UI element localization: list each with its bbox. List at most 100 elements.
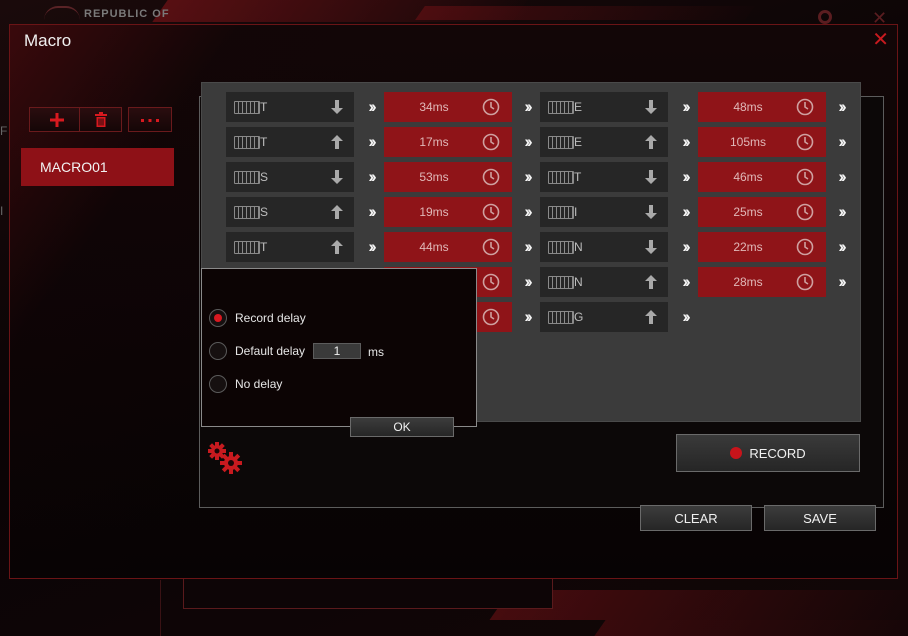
key-event[interactable]: E (540, 92, 668, 122)
key-event[interactable]: N (540, 232, 668, 262)
sequence-chevron-icon: ›› (838, 272, 846, 291)
default-delay-radio[interactable] (209, 342, 227, 360)
clear-label: CLEAR (674, 510, 718, 526)
key-event[interactable]: T (226, 232, 354, 262)
clock-icon (482, 168, 500, 186)
key-label: T (260, 135, 268, 149)
key-event[interactable]: I (540, 197, 668, 227)
macro-name: MACRO01 (40, 159, 108, 175)
delay-event[interactable]: 34ms (384, 92, 512, 122)
key-event[interactable]: S (226, 162, 354, 192)
delay-label: 44ms (419, 240, 449, 254)
keyboard-icon (234, 136, 260, 149)
arrow-down-icon (645, 170, 657, 184)
sequence-chevron-icon: ›› (682, 132, 690, 151)
key-label: T (574, 170, 582, 184)
key-label: T (260, 100, 268, 114)
key-event[interactable]: N (540, 267, 668, 297)
clock-icon (796, 273, 814, 291)
arrow-up-icon (645, 275, 657, 289)
keyboard-icon (548, 171, 574, 184)
key-event[interactable]: T (540, 162, 668, 192)
delay-event[interactable]: 105ms (698, 127, 826, 157)
key-event[interactable]: T (226, 92, 354, 122)
arrow-down-icon (645, 205, 657, 219)
key-label: S (260, 205, 269, 219)
macro-list-item[interactable]: MACRO01 (21, 148, 174, 186)
sequence-chevron-icon: ›› (682, 97, 690, 116)
sequence-chevron-icon: ›› (838, 97, 846, 116)
record-dot-icon (730, 447, 743, 459)
clock-icon (796, 98, 814, 116)
delay-event[interactable]: 22ms (698, 232, 826, 262)
default-delay-input[interactable] (313, 343, 361, 359)
delay-event[interactable]: 19ms (384, 197, 512, 227)
clock-icon (482, 98, 500, 116)
clock-icon (482, 308, 500, 326)
key-label: I (574, 205, 578, 219)
key-label: N (574, 240, 583, 254)
key-event[interactable]: G (540, 302, 668, 332)
delay-event[interactable]: 44ms (384, 232, 512, 262)
save-button[interactable]: SAVE (764, 505, 876, 531)
keyboard-icon (234, 171, 260, 184)
key-event[interactable]: T (226, 127, 354, 157)
ok-button[interactable]: OK (350, 417, 454, 437)
key-event[interactable]: E (540, 127, 668, 157)
delay-label: 17ms (419, 135, 449, 149)
keyboard-icon (548, 311, 574, 324)
clock-icon (482, 203, 500, 221)
record-delay-label: Record delay (235, 311, 306, 325)
arrow-up-icon (645, 310, 657, 324)
sequence-chevron-icon: ›› (838, 132, 846, 151)
key-label: N (574, 275, 583, 289)
keyboard-icon (548, 101, 574, 114)
clear-button[interactable]: CLEAR (640, 505, 752, 531)
close-icon[interactable]: ✕ (872, 27, 889, 52)
delay-settings-gear-icon[interactable] (204, 440, 246, 476)
delay-label: 22ms (733, 240, 763, 254)
sequence-chevron-icon: ›› (368, 237, 376, 256)
sequence-chevron-icon: ›› (682, 202, 690, 221)
bg-stripe (415, 6, 755, 20)
ok-label: OK (393, 420, 411, 434)
add-macro-button[interactable] (29, 107, 85, 132)
sequence-chevron-icon: ›› (524, 307, 532, 326)
delay-label: 34ms (419, 100, 449, 114)
keyboard-icon (548, 206, 574, 219)
no-delay-radio[interactable] (209, 375, 227, 393)
delay-label: 46ms (733, 170, 763, 184)
delay-event[interactable]: 46ms (698, 162, 826, 192)
keyboard-icon (234, 206, 260, 219)
clock-icon (796, 238, 814, 256)
arrow-up-icon (645, 135, 657, 149)
key-label: T (260, 240, 268, 254)
key-event[interactable]: S (226, 197, 354, 227)
arrow-up-icon (331, 205, 343, 219)
save-label: SAVE (803, 510, 837, 526)
arrow-down-icon (645, 240, 657, 254)
arrow-up-icon (331, 240, 343, 254)
sequence-chevron-icon: ›› (682, 307, 690, 326)
rog-logo-icon (44, 6, 80, 20)
delay-event[interactable]: 48ms (698, 92, 826, 122)
no-delay-label: No delay (235, 377, 283, 391)
more-options-button[interactable] (128, 107, 172, 132)
sequence-chevron-icon: ›› (524, 132, 532, 151)
sequence-chevron-icon: ›› (524, 97, 532, 116)
keyboard-icon (234, 101, 260, 114)
delay-event[interactable]: 17ms (384, 127, 512, 157)
arrow-down-icon (331, 100, 343, 114)
record-button[interactable]: RECORD (676, 434, 860, 472)
bg-logo-text: REPUBLIC OF (84, 8, 170, 20)
clock-icon (796, 203, 814, 221)
delay-event[interactable]: 25ms (698, 197, 826, 227)
delay-event[interactable]: 53ms (384, 162, 512, 192)
delay-event[interactable]: 28ms (698, 267, 826, 297)
sequence-chevron-icon: ›› (682, 237, 690, 256)
delete-macro-button[interactable] (79, 107, 122, 132)
record-delay-radio[interactable] (209, 309, 227, 327)
record-label: RECORD (749, 445, 806, 461)
key-label: E (574, 100, 583, 114)
trash-icon (94, 112, 107, 127)
